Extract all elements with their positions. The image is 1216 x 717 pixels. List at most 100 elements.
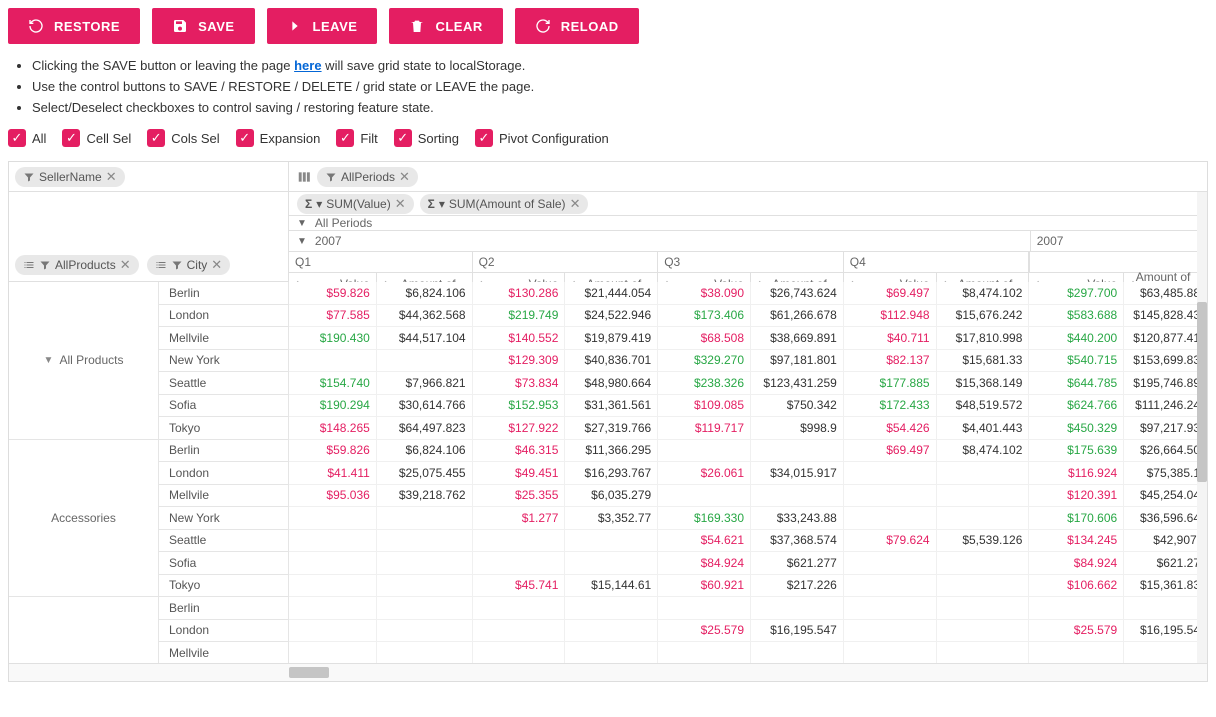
data-cell[interactable]: $15,361.83: [1124, 575, 1207, 597]
data-cell[interactable]: $38.090: [658, 282, 751, 304]
data-cell[interactable]: $42,907.: [1124, 530, 1207, 552]
city-row-header[interactable]: London: [159, 462, 288, 485]
data-cell[interactable]: $25.579: [1029, 620, 1124, 642]
column-header[interactable]: ↑Value: [1029, 273, 1124, 282]
data-cell[interactable]: $68.508: [658, 327, 751, 349]
quarter-header[interactable]: Q4: [844, 252, 1030, 272]
data-cell[interactable]: $116.924: [1029, 462, 1124, 484]
data-cell[interactable]: $73.834: [473, 372, 566, 394]
data-cell[interactable]: $27,319.766: [565, 417, 658, 439]
horizontal-scrollbar[interactable]: [9, 663, 1207, 681]
data-cell[interactable]: [658, 597, 751, 619]
city-row-header[interactable]: London: [159, 620, 288, 643]
data-cell[interactable]: [937, 575, 1030, 597]
data-cell[interactable]: $750.342: [751, 395, 844, 417]
restore-button[interactable]: RESTORE: [8, 8, 140, 44]
checkbox-all[interactable]: ✓All: [8, 129, 46, 147]
checkbox-cols-sel[interactable]: ✓Cols Sel: [147, 129, 219, 147]
data-cell[interactable]: $998.9: [751, 417, 844, 439]
data-cell[interactable]: $25.579: [658, 620, 751, 642]
data-cell[interactable]: [565, 552, 658, 574]
column-header[interactable]: ↑Value: [658, 273, 751, 282]
data-cell[interactable]: $15,681.33: [937, 350, 1030, 372]
product-group[interactable]: [9, 597, 158, 663]
data-cell[interactable]: [289, 350, 377, 372]
close-icon[interactable]: ✕: [399, 169, 410, 185]
vertical-scrollbar[interactable]: [1197, 192, 1207, 663]
data-cell[interactable]: $119.717: [658, 417, 751, 439]
data-cell[interactable]: [751, 485, 844, 507]
data-cell[interactable]: $75,385.1: [1124, 462, 1207, 484]
data-cell[interactable]: [937, 485, 1030, 507]
data-cell[interactable]: $82.137: [844, 350, 937, 372]
save-button[interactable]: SAVE: [152, 8, 254, 44]
data-cell[interactable]: $195,746.89: [1124, 372, 1207, 394]
data-cell[interactable]: $34,015.917: [751, 462, 844, 484]
city-row-header[interactable]: Sofia: [159, 395, 288, 418]
data-cell[interactable]: $69.497: [844, 440, 937, 462]
column-header[interactable]: ↑Amount of ...: [1124, 273, 1207, 282]
data-cell[interactable]: [377, 597, 473, 619]
data-cell[interactable]: $644.785: [1029, 372, 1124, 394]
data-cell[interactable]: [377, 575, 473, 597]
data-cell[interactable]: $169.330: [658, 507, 751, 529]
city-row-header[interactable]: Sofia: [159, 552, 288, 575]
col-chip-area[interactable]: AllPeriods✕: [289, 162, 1207, 192]
data-cell[interactable]: $624.766: [1029, 395, 1124, 417]
data-cell[interactable]: $44,517.104: [377, 327, 473, 349]
column-header[interactable]: ↑Amount of...: [377, 273, 473, 282]
data-cell[interactable]: [658, 440, 751, 462]
data-cell[interactable]: $153,699.83: [1124, 350, 1207, 372]
chevron-down-icon[interactable]: ▼: [297, 236, 307, 247]
data-cell[interactable]: $33,243.88: [751, 507, 844, 529]
data-cell[interactable]: $24,522.946: [565, 305, 658, 327]
data-cell[interactable]: $8,474.102: [937, 440, 1030, 462]
city-row-header[interactable]: Berlin: [159, 282, 288, 305]
data-cell[interactable]: $106.662: [1029, 575, 1124, 597]
data-cell[interactable]: $15,144.61: [565, 575, 658, 597]
data-cell[interactable]: $120.391: [1029, 485, 1124, 507]
data-cell[interactable]: [844, 462, 937, 484]
data-cell[interactable]: [289, 575, 377, 597]
data-cell[interactable]: [289, 597, 377, 619]
data-cell[interactable]: [377, 530, 473, 552]
chip-sum-value[interactable]: Σ ▾ SUM(Value)✕: [297, 194, 414, 214]
data-cell[interactable]: $190.294: [289, 395, 377, 417]
close-icon[interactable]: ✕: [106, 169, 117, 185]
data-cell[interactable]: $38,669.891: [751, 327, 844, 349]
data-cell[interactable]: [937, 552, 1030, 574]
city-row-header[interactable]: New York: [159, 350, 288, 373]
data-cell[interactable]: $109.085: [658, 395, 751, 417]
data-cell[interactable]: $130.286: [473, 282, 566, 304]
data-cell[interactable]: [289, 530, 377, 552]
data-cell[interactable]: $6,035.279: [565, 485, 658, 507]
data-cell[interactable]: $583.688: [1029, 305, 1124, 327]
data-cell[interactable]: $36,596.64: [1124, 507, 1207, 529]
data-cell[interactable]: $46.315: [473, 440, 566, 462]
data-cell[interactable]: [751, 597, 844, 619]
data-cell[interactable]: [844, 620, 937, 642]
data-cell[interactable]: $7,966.821: [377, 372, 473, 394]
leave-button[interactable]: LEAVE: [267, 8, 378, 44]
data-cell[interactable]: $61,266.678: [751, 305, 844, 327]
chip-allperiods[interactable]: AllPeriods✕: [317, 167, 418, 187]
data-cell[interactable]: [377, 350, 473, 372]
data-cell[interactable]: $41.411: [289, 462, 377, 484]
data-cell[interactable]: $97,181.801: [751, 350, 844, 372]
data-cell[interactable]: $60.921: [658, 575, 751, 597]
data-cell[interactable]: [658, 642, 751, 663]
data-cell[interactable]: [473, 552, 566, 574]
data-cell[interactable]: $140.552: [473, 327, 566, 349]
data-cell[interactable]: $40.711: [844, 327, 937, 349]
checkbox-pivot-configuration[interactable]: ✓Pivot Configuration: [475, 129, 609, 147]
city-row-header[interactable]: New York: [159, 507, 288, 530]
data-cell[interactable]: $16,195.54: [1124, 620, 1207, 642]
data-cell[interactable]: $329.270: [658, 350, 751, 372]
data-cell[interactable]: [937, 597, 1030, 619]
data-cell[interactable]: [377, 507, 473, 529]
data-cell[interactable]: $64,497.823: [377, 417, 473, 439]
chip-city[interactable]: City✕: [147, 255, 231, 275]
data-cell[interactable]: $37,368.574: [751, 530, 844, 552]
city-row-header[interactable]: Mellvile: [159, 485, 288, 508]
data-cell[interactable]: $440.200: [1029, 327, 1124, 349]
